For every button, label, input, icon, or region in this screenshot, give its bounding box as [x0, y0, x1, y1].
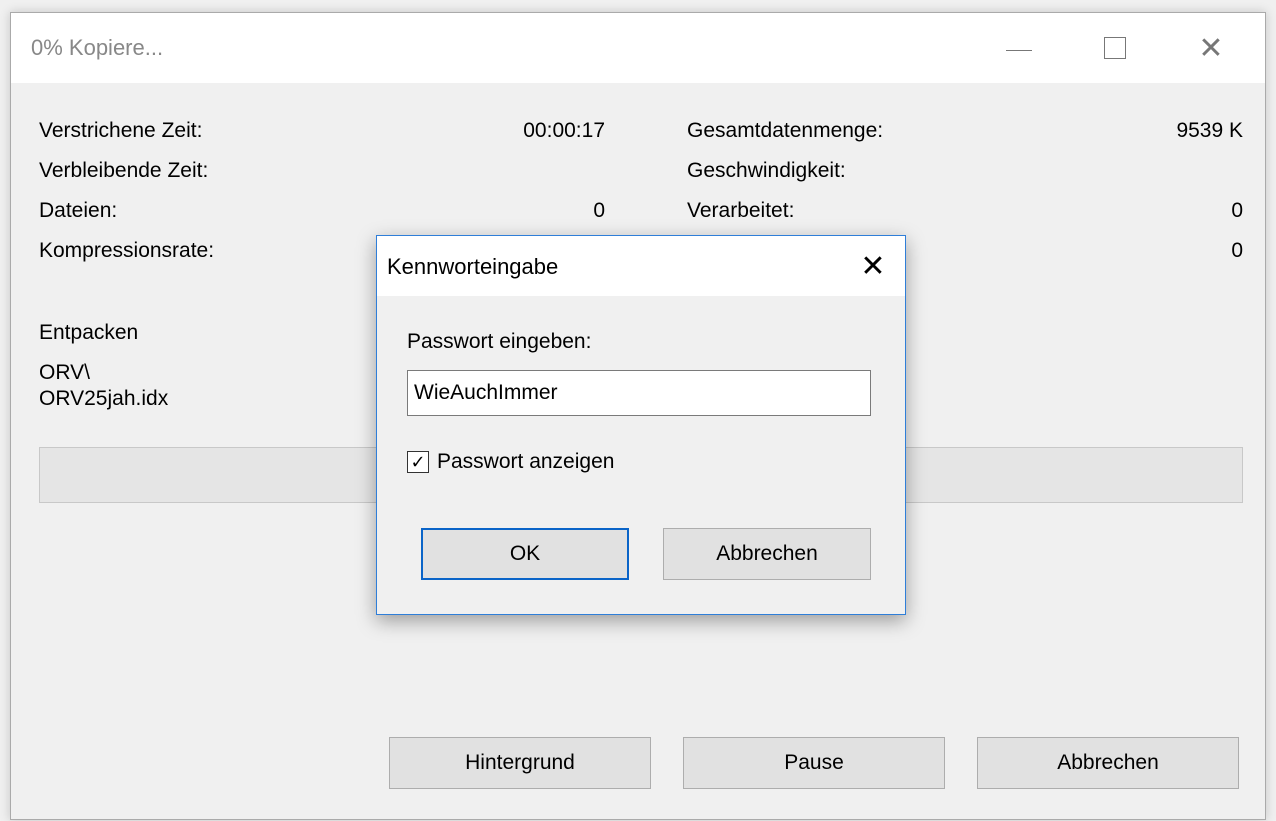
close-icon[interactable]: ✕	[1183, 23, 1239, 73]
cancel-button[interactable]: Abbrechen	[977, 737, 1239, 789]
elapsed-time-value: 00:00:17	[523, 119, 605, 142]
window-titlebar[interactable]: 0% Kopiere... ✕	[11, 13, 1265, 83]
dialog-titlebar[interactable]: Kennworteingabe ✕	[377, 236, 905, 296]
processed-value: 0	[1231, 199, 1243, 222]
dialog-cancel-button[interactable]: Abbrechen	[663, 528, 871, 580]
current-file: ORV25jah.idx	[39, 387, 169, 410]
pause-button[interactable]: Pause	[683, 737, 945, 789]
ok-button[interactable]: OK	[421, 528, 629, 580]
remaining-time-label: Verbleibende Zeit:	[39, 159, 209, 182]
show-password-label[interactable]: Passwort anzeigen	[437, 450, 614, 474]
compression-rate-label: Kompressionsrate:	[39, 239, 215, 262]
files-label: Dateien:	[39, 199, 118, 222]
window-title: 0% Kopiere...	[31, 35, 164, 60]
dialog-close-icon[interactable]: ✕	[853, 246, 893, 286]
password-prompt: Passwort eingeben:	[407, 330, 592, 353]
minimize-icon[interactable]	[991, 23, 1047, 73]
password-input[interactable]	[407, 370, 871, 416]
operation-label: Entpacken	[39, 321, 139, 344]
show-password-row[interactable]: ✓ Passwort anzeigen	[407, 450, 614, 474]
password-dialog: Kennworteingabe ✕ Passwort eingeben: ✓ P…	[376, 235, 906, 615]
speed-label: Geschwindigkeit:	[687, 159, 846, 182]
dialog-title: Kennworteingabe	[387, 254, 559, 279]
total-size-value: 9539 K	[1176, 119, 1243, 142]
maximize-icon[interactable]	[1087, 23, 1143, 73]
files-value: 0	[593, 199, 605, 222]
total-size-label: Gesamtdatenmenge:	[687, 119, 884, 142]
show-password-checkbox[interactable]: ✓	[407, 451, 429, 473]
current-folder: ORV\	[39, 361, 90, 384]
elapsed-time-label: Verstrichene Zeit:	[39, 119, 203, 142]
extra-stat-value: 0	[1231, 239, 1243, 262]
processed-label: Verarbeitet:	[687, 199, 795, 222]
background-button[interactable]: Hintergrund	[389, 737, 651, 789]
